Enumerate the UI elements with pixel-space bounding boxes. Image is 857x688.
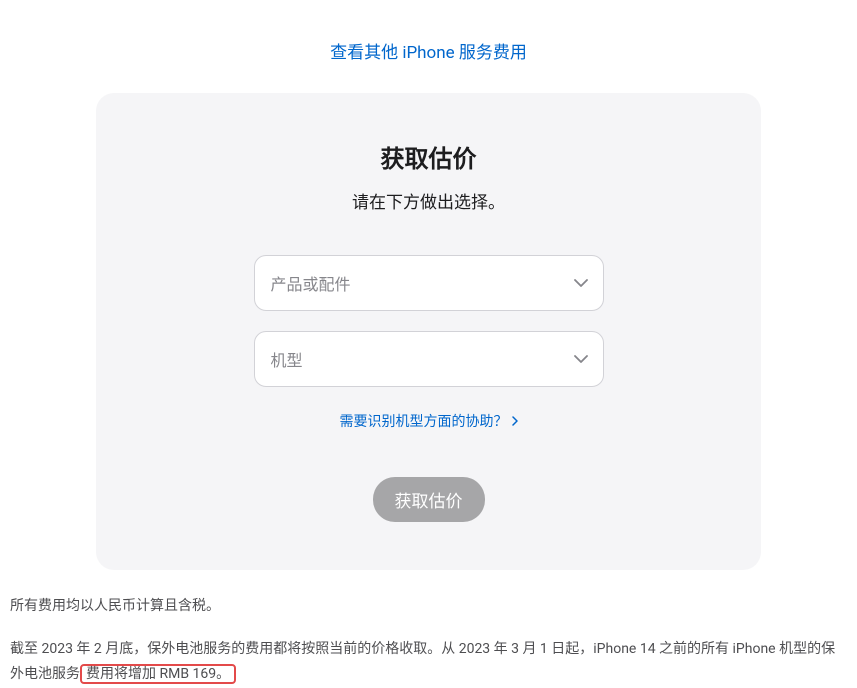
product-select-placeholder: 产品或配件 <box>271 271 351 295</box>
chevron-right-icon <box>512 416 518 426</box>
footer-line2: 截至 2023 年 2 月底，保外电池服务的费用都将按照当前的价格收取。从 20… <box>10 637 842 687</box>
product-select[interactable]: 产品或配件 <box>254 255 604 311</box>
identify-model-help-link[interactable]: 需要识别机型方面的协助？ <box>340 411 518 431</box>
model-select-placeholder: 机型 <box>271 347 303 371</box>
other-iphone-service-link[interactable]: 查看其他 iPhone 服务费用 <box>330 43 527 63</box>
price-increase-highlight: 费用将增加 RMB 169。 <box>80 664 236 684</box>
card-subtitle: 请在下方做出选择。 <box>136 188 721 213</box>
footer-text: 所有费用均以人民币计算且含税。 截至 2023 年 2 月底，保外电池服务的费用… <box>10 594 842 688</box>
get-estimate-button[interactable]: 获取估价 <box>373 477 485 522</box>
model-select[interactable]: 机型 <box>254 331 604 387</box>
estimate-card: 获取估价 请在下方做出选择。 产品或配件 机型 需要识别机型方面的协助？ 获取估… <box>96 93 761 570</box>
help-link-text: 需要识别机型方面的协助？ <box>340 411 508 431</box>
card-title: 获取估价 <box>136 139 721 174</box>
footer-line1: 所有费用均以人民币计算且含税。 <box>10 594 842 619</box>
